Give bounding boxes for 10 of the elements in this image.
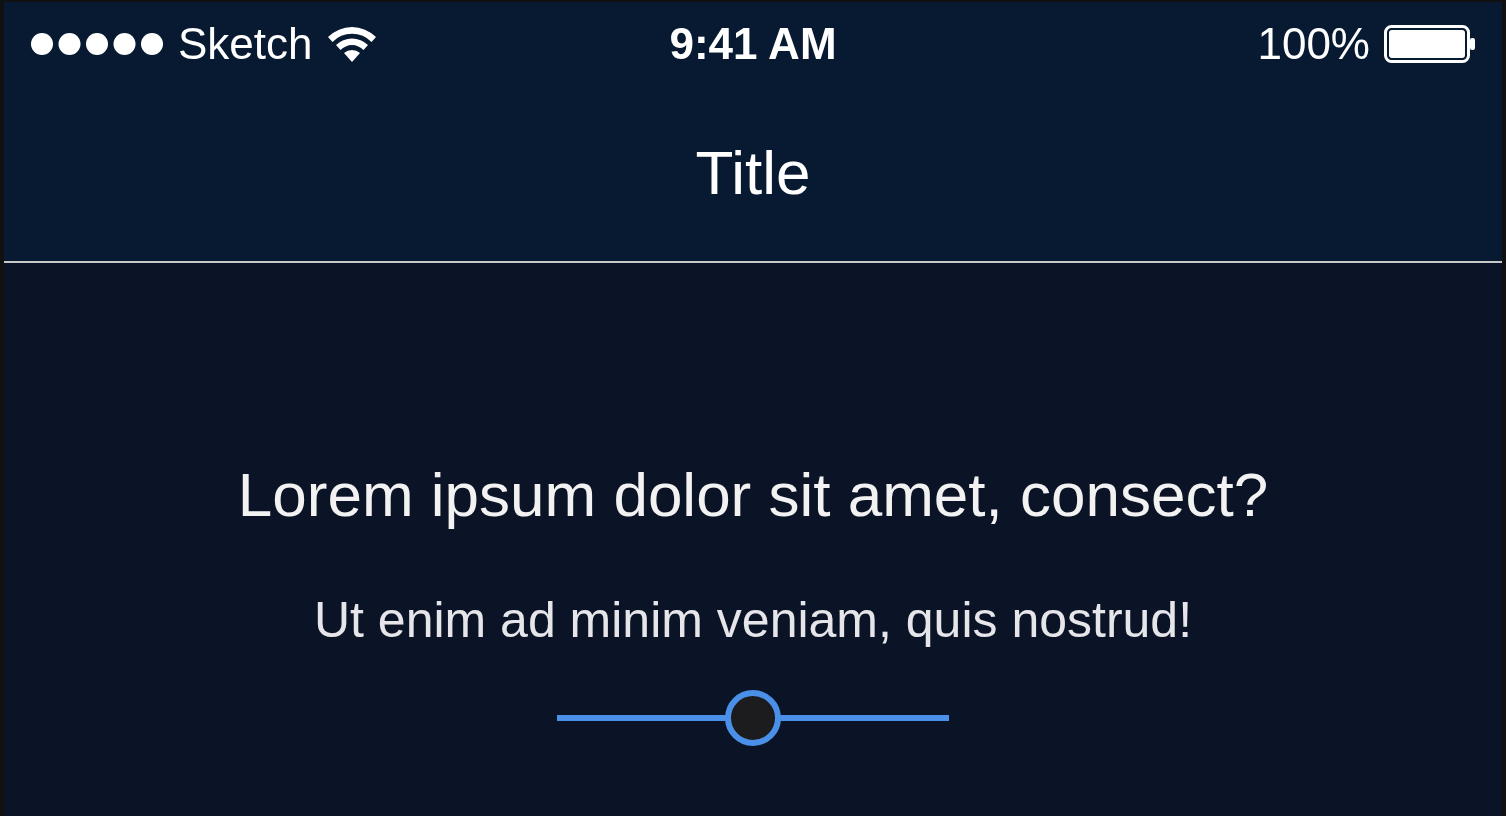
- slider[interactable]: [557, 690, 949, 746]
- heading: Lorem ipsum dolor sit amet, consect?: [237, 459, 1269, 531]
- nav-title: Title: [695, 142, 811, 204]
- battery-percentage: 100%: [1257, 21, 1370, 66]
- status-time: 9:41 AM: [669, 21, 837, 66]
- wifi-icon: [326, 25, 377, 62]
- battery-icon: [1384, 24, 1476, 63]
- signal-icon: [30, 31, 164, 56]
- carrier-name: Sketch: [178, 21, 313, 66]
- subheading: Ut enim ad minim veniam, quis nostrud!: [313, 591, 1193, 650]
